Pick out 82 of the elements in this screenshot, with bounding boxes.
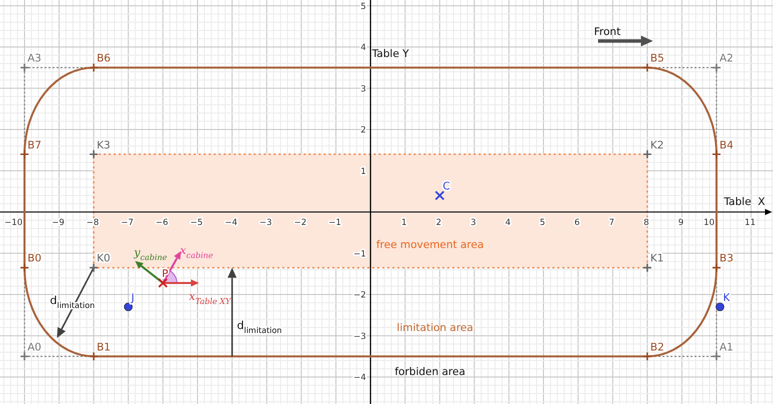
tick-label: 4 [360,43,366,53]
point-label: C [442,180,450,192]
point-label: B2 [650,341,664,354]
point-marker [642,352,652,362]
tick-label: −8 [86,218,99,228]
point-label: B0 [28,252,42,265]
point-marker [712,62,722,72]
direction-arrow [598,36,653,46]
point-marker [88,262,98,272]
distance-label: d$_{limitation}$ [237,319,282,335]
axis-label: Table Y [372,48,409,60]
point-label: J [131,292,134,304]
point-label: B4 [720,139,734,152]
tick-label: 2 [360,126,366,136]
point-label: P [162,268,168,280]
tick-label: −2 [294,218,307,228]
tick-label: −4 [224,218,238,228]
point-marker [642,62,652,72]
point-label: B7 [28,139,42,152]
point-marker [712,149,722,160]
point-marker [20,149,30,160]
tick-label: 2 [436,218,442,228]
tick-label: −6 [156,218,168,228]
point-marker [88,352,98,362]
point-marker [88,62,98,72]
point-marker [712,262,722,272]
tick-label: −7 [121,218,134,228]
point-marker [124,302,133,312]
area-label: free movement area [376,239,484,251]
tick-label: 3 [360,84,366,94]
area-label: limitation area [396,322,474,334]
point-marker [642,149,652,160]
tick-label: −1 [328,218,342,228]
tick-label: 5 [540,218,546,228]
point-label: B1 [96,341,111,354]
point-label: B5 [650,52,664,65]
point-label: K0 [96,252,110,265]
tick-label: 11 [744,218,756,228]
point-marker [712,352,722,362]
point-marker [20,262,30,272]
vector-label: x$_{Table XY}$ [189,290,231,306]
point-marker [716,302,724,312]
point-label: K3 [96,139,110,152]
tick-label: −3 [353,332,366,342]
point-label: A1 [720,341,734,354]
point-label: K1 [650,252,664,265]
tick-label: 7 [609,218,614,228]
vector-label: y$_{cabine}$ [134,246,168,262]
point-label: B3 [720,252,734,265]
point-label: B6 [96,52,111,65]
tick-label: 5 [360,2,366,12]
point-label: A0 [28,341,42,354]
point-marker [158,278,168,288]
area-label: forbiden area [394,366,466,378]
point-label: K [722,292,730,304]
tick-label: 6 [574,218,580,228]
point-marker [20,62,30,72]
point-marker [88,149,98,160]
tick-label: −2 [353,290,366,300]
tick-label: −5 [190,218,203,228]
tick-label: 4 [505,218,511,228]
tick-label: −9 [52,218,64,228]
tick-label: −10 [4,218,22,228]
point-marker [20,352,30,362]
tick-label: 10 [704,218,714,228]
direction-label: Front [594,26,621,38]
axis-label: Table X [724,196,766,208]
point-label: A3 [28,52,42,65]
tick-label: −3 [259,218,272,228]
tick-label: −1 [353,249,366,260]
tick-label: 8 [644,218,649,228]
tick-label: 1 [401,218,407,228]
tick-label: 9 [678,218,684,228]
tick-label: 1 [360,166,366,177]
point-marker [434,190,445,200]
tick-label: 3 [470,218,476,228]
tick-label: −4 [353,373,366,383]
point-label: A2 [720,52,734,65]
distance-arrow [57,267,94,338]
vector-label: x$_{cabine}$ [180,244,214,260]
point-marker [642,262,652,272]
point-label: K2 [650,139,664,152]
